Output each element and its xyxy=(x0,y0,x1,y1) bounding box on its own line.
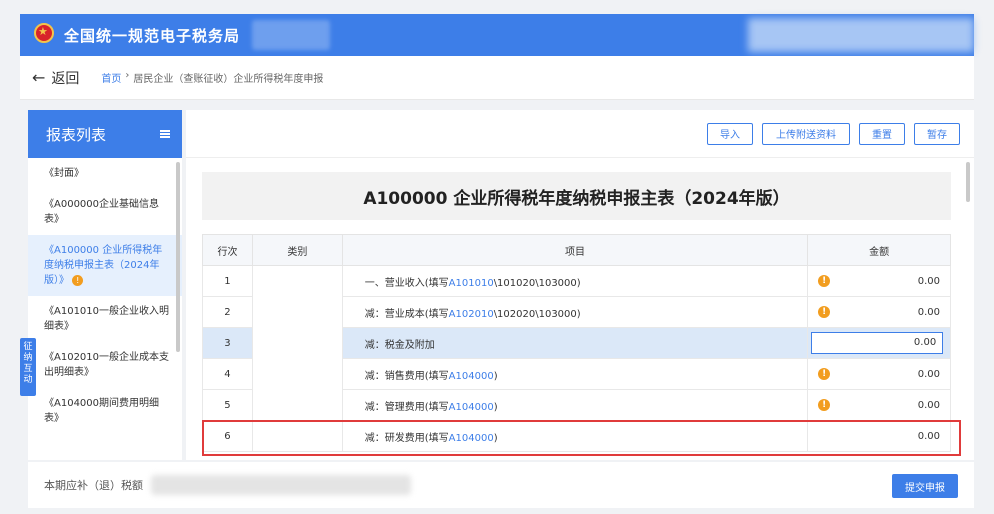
column-header: 行次 xyxy=(202,234,253,266)
row-index: 5 xyxy=(202,389,253,421)
app-title: 全国统一规范电子税务局 xyxy=(64,26,241,45)
footer-bar: 本期应补（退）税额 提交申报 xyxy=(28,462,974,508)
toolbar: 导入 上传附送资料 重置 暂存 xyxy=(186,110,974,158)
item-cell: 减：营业成本(填写A102010\102020\103000) xyxy=(341,296,809,328)
warning-icon[interactable]: ! xyxy=(818,275,831,287)
warning-icon[interactable]: ! xyxy=(818,306,831,318)
amount-cell: ! 0.00 xyxy=(807,296,951,328)
warning-badge-icon: ! xyxy=(72,274,84,286)
item-cell: 减：研发费用(填写A104000) xyxy=(341,420,809,452)
warning-icon[interactable]: ! xyxy=(818,399,831,411)
form-link[interactable]: A102010 xyxy=(449,309,494,320)
sidebar-item-a000000[interactable]: 《A000000企业基础信息表》 xyxy=(28,189,182,235)
category-cell xyxy=(251,265,343,452)
arrow-left-icon: ← xyxy=(32,68,46,87)
main-panel: 导入 上传附送资料 重置 暂存 A100000 企业所得税年度纳税申报主表（20… xyxy=(186,110,974,460)
tax-payable-label: 本期应补（退）税额 xyxy=(44,479,143,492)
breadcrumb: 首页 › 居民企业（查账征收）企业所得税年度申报 xyxy=(101,70,323,85)
breadcrumb-current: 居民企业（查账征收）企业所得税年度申报 xyxy=(133,74,324,85)
form-title-box: A100000 企业所得税年度纳税申报主表（2024年版） xyxy=(202,172,951,220)
sidebar-item-a101010[interactable]: 《A101010一般企业收入明细表》 xyxy=(28,296,182,342)
submit-button[interactable]: 提交申报 xyxy=(892,474,958,498)
sidebar-title: 报表列表 xyxy=(46,125,107,144)
upload-attachments-button[interactable]: 上传附送资料 xyxy=(762,122,850,145)
item-cell: 一、营业收入(填写A101010\101020\103000) xyxy=(341,265,809,297)
back-button[interactable]: ← 返回 xyxy=(32,68,79,88)
redacted-area xyxy=(252,20,330,50)
form-link[interactable]: A104000 xyxy=(449,402,494,413)
tax-emblem-icon: ★ xyxy=(32,23,56,47)
save-draft-button[interactable]: 暂存 xyxy=(914,122,960,145)
sidebar-item-a100000[interactable]: 《A100000 企业所得税年度纳税申报主表（2024年版）》 ! xyxy=(28,235,182,296)
amount-cell: 0.00 xyxy=(807,327,951,359)
import-button[interactable]: 导入 xyxy=(707,122,753,145)
sidebar-item-label: 《A000000企业基础信息表》 xyxy=(44,199,160,225)
table-header-row: 行次 类别 项目 金额 xyxy=(202,234,951,266)
form-link[interactable]: A104000 xyxy=(449,433,494,444)
sidebar: 报表列表 《封面》 《A000000企业基础信息表》 《A100000 企业所得… xyxy=(28,110,182,460)
amount-cell: 0.00 xyxy=(807,420,951,452)
sidebar-header: 报表列表 xyxy=(28,110,182,158)
interaction-tab[interactable]: 征纳互动 xyxy=(20,338,36,396)
form-link[interactable]: A104000 xyxy=(449,371,494,382)
sidebar-scrollbar[interactable] xyxy=(176,162,180,352)
row-index: 4 xyxy=(202,358,253,390)
row-index: 1 xyxy=(202,265,253,297)
sidebar-item-label: 《A104000期间费用明细表》 xyxy=(44,398,160,424)
main-scrollbar[interactable] xyxy=(966,162,970,202)
sidebar-item-cover[interactable]: 《封面》 xyxy=(28,158,182,189)
nav-bar: ← 返回 首页 › 居民企业（查账征收）企业所得税年度申报 xyxy=(20,56,974,100)
sidebar-item-a104000[interactable]: 《A104000期间费用明细表》 xyxy=(28,388,182,434)
row-index: 6 xyxy=(202,420,253,452)
table-row: 1 一、营业收入(填写A101010\101020\103000) ! 0.00 xyxy=(202,265,951,452)
sidebar-item-a102010[interactable]: 《A102010一般企业成本支出明细表》 xyxy=(28,342,182,388)
row-index: 2 xyxy=(202,296,253,328)
form-title: A100000 企业所得税年度纳税申报主表（2024年版） xyxy=(363,188,790,209)
column-header: 类别 xyxy=(251,234,343,266)
breadcrumb-home[interactable]: 首页 xyxy=(101,70,121,85)
warning-icon[interactable]: ! xyxy=(818,368,831,380)
item-cell: 减：管理费用(填写A104000) xyxy=(341,389,809,421)
top-bar: ★ 全国统一规范电子税务局 xyxy=(20,14,974,56)
sidebar-item-label: 《封面》 xyxy=(44,168,84,179)
redacted-amount xyxy=(151,475,411,495)
back-label: 返回 xyxy=(51,70,80,87)
row-index: 3 xyxy=(202,327,253,359)
amount-cell: ! 0.00 xyxy=(807,358,951,390)
sidebar-item-label: 《A102010一般企业成本支出明细表》 xyxy=(44,352,170,378)
sidebar-item-label: 《A100000 企业所得税年度纳税申报主表（2024年版）》 xyxy=(44,245,163,286)
amount-input[interactable]: 0.00 xyxy=(811,332,944,354)
item-cell: 减：销售费用(填写A104000) xyxy=(341,358,809,390)
amount-cell: ! 0.00 xyxy=(807,389,951,421)
menu-icon[interactable] xyxy=(160,130,170,138)
reset-button[interactable]: 重置 xyxy=(859,122,905,145)
sidebar-item-label: 《A101010一般企业收入明细表》 xyxy=(44,306,170,332)
redacted-user-area xyxy=(748,18,974,52)
form-link[interactable]: A101010 xyxy=(449,278,494,289)
breadcrumb-separator: › xyxy=(125,70,130,81)
column-header: 金额 xyxy=(807,234,951,266)
column-header: 项目 xyxy=(341,234,809,266)
amount-cell: ! 0.00 xyxy=(807,265,951,297)
item-cell: 减：税金及附加 xyxy=(341,327,809,359)
declaration-table: 行次 类别 项目 金额 1 一、营业收入(填写A101010\101020\10… xyxy=(202,234,951,452)
